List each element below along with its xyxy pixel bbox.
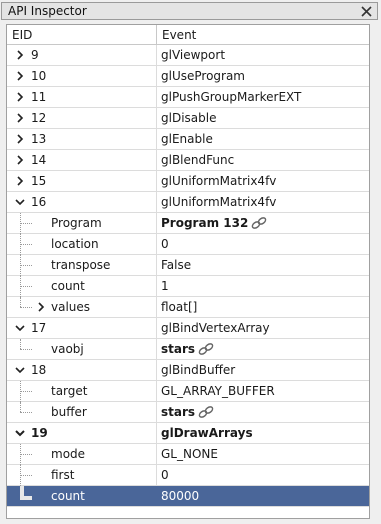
tree-row-param-target[interactable]: target GL_ARRAY_BUFFER xyxy=(7,381,369,402)
tree-row-eid-11[interactable]: 11 glPushGroupMarkerEXT xyxy=(7,87,369,108)
tree-row-param-vaobj[interactable]: vaobj stars xyxy=(7,339,369,360)
resource-link[interactable]: stars xyxy=(161,405,195,419)
tree-row-param-values[interactable]: values float[] xyxy=(7,297,369,318)
chevron-right-icon[interactable] xyxy=(14,49,26,61)
panel-titlebar[interactable]: API Inspector xyxy=(1,2,378,20)
eid-label: 19 xyxy=(31,426,48,440)
tree-row-eid-9[interactable]: 9 glViewport xyxy=(7,45,369,66)
eid-label: 16 xyxy=(31,195,47,209)
param-value: stars xyxy=(157,339,369,359)
chevron-down-icon[interactable] xyxy=(14,322,26,334)
param-value: 0 xyxy=(161,468,169,482)
chevron-down-icon[interactable] xyxy=(14,364,26,376)
event-label: glBindBuffer xyxy=(161,363,236,377)
eid-column-header[interactable]: EID xyxy=(7,25,157,44)
api-call-tree[interactable]: EID Event 9 glViewport 10 glUseProgram 1… xyxy=(6,24,370,519)
param-value: stars xyxy=(157,402,369,422)
tree-row-param-transpose[interactable]: transpose False xyxy=(7,255,369,276)
event-label: glViewport xyxy=(161,48,226,62)
param-name: location xyxy=(51,237,99,251)
param-value: GL_NONE xyxy=(161,447,218,461)
event-column-header[interactable]: Event xyxy=(157,25,369,44)
event-label: glBlendFunc xyxy=(161,153,235,167)
tree-header: EID Event xyxy=(7,25,369,45)
tree-row-eid-13[interactable]: 13 glEnable xyxy=(7,129,369,150)
param-name: Program xyxy=(51,216,102,230)
chevron-right-icon[interactable] xyxy=(14,70,26,82)
chevron-right-icon[interactable] xyxy=(14,154,26,166)
param-name: mode xyxy=(51,447,86,461)
eid-label: 14 xyxy=(31,153,47,167)
link-icon[interactable] xyxy=(198,343,214,355)
tree-row-eid-12[interactable]: 12 glDisable xyxy=(7,108,369,129)
chevron-right-icon[interactable] xyxy=(14,133,26,145)
param-value: Program 132 xyxy=(157,213,369,233)
program-link[interactable]: Program 132 xyxy=(161,216,248,230)
chevron-right-icon[interactable] xyxy=(14,175,26,187)
tree-row-eid-15[interactable]: 15 glUniformMatrix4fv xyxy=(7,171,369,192)
param-name: target xyxy=(51,384,88,398)
eid-label: 15 xyxy=(31,174,47,188)
event-label: glDrawArrays xyxy=(161,426,253,440)
param-name: buffer xyxy=(51,405,87,419)
event-label: glEnable xyxy=(161,132,213,146)
tree-row-param-count-selected[interactable]: count 80000 xyxy=(7,486,369,507)
chevron-down-icon[interactable] xyxy=(14,427,26,439)
event-label: glUniformMatrix4fv xyxy=(161,195,277,209)
resource-link[interactable]: stars xyxy=(161,342,195,356)
event-label: glUseProgram xyxy=(161,69,245,83)
event-label: glUniformMatrix4fv xyxy=(161,174,277,188)
tree-row-param-location[interactable]: location 0 xyxy=(7,234,369,255)
tree-row-eid-19[interactable]: 19 glDrawArrays xyxy=(7,423,369,444)
link-icon[interactable] xyxy=(198,406,214,418)
param-value: 1 xyxy=(161,279,169,293)
eid-label: 10 xyxy=(31,69,47,83)
param-name: count xyxy=(51,279,85,293)
param-name: count xyxy=(51,489,85,503)
tree-row-param-program[interactable]: Program Program 132 xyxy=(7,213,369,234)
api-inspector-panel: API Inspector EID Event 9 glViewport 10 … xyxy=(0,0,381,524)
eid-label: 9 xyxy=(31,48,39,62)
chevron-down-icon[interactable] xyxy=(14,196,26,208)
tree-row-eid-10[interactable]: 10 glUseProgram xyxy=(7,66,369,87)
chevron-right-icon[interactable] xyxy=(14,91,26,103)
tree-row-eid-14[interactable]: 14 glBlendFunc xyxy=(7,150,369,171)
param-name: vaobj xyxy=(51,342,84,356)
tree-row-eid-18[interactable]: 18 glBindBuffer xyxy=(7,360,369,381)
param-value: 80000 xyxy=(161,489,200,503)
link-icon[interactable] xyxy=(251,217,267,229)
eid-label: 12 xyxy=(31,111,47,125)
event-label: glPushGroupMarkerEXT xyxy=(161,90,302,104)
eid-label: 18 xyxy=(31,363,47,377)
eid-label: 11 xyxy=(31,90,47,104)
param-name: transpose xyxy=(51,258,111,272)
chevron-right-icon[interactable] xyxy=(35,301,47,313)
eid-label: 13 xyxy=(31,132,47,146)
param-value: GL_ARRAY_BUFFER xyxy=(161,384,275,398)
chevron-right-icon[interactable] xyxy=(14,112,26,124)
eid-label: 17 xyxy=(31,321,47,335)
param-name: values xyxy=(51,300,91,314)
tree-row-eid-16[interactable]: 16 glUniformMatrix4fv xyxy=(7,192,369,213)
tree-row-param-first[interactable]: first 0 xyxy=(7,465,369,486)
event-label: glBindVertexArray xyxy=(161,321,270,335)
param-value: 0 xyxy=(161,237,169,251)
event-label: glDisable xyxy=(161,111,217,125)
panel-title: API Inspector xyxy=(8,4,87,18)
tree-row-param-buffer[interactable]: buffer stars xyxy=(7,402,369,423)
param-value: float[] xyxy=(161,300,198,314)
tree-row-param-count[interactable]: count 1 xyxy=(7,276,369,297)
param-value: False xyxy=(161,258,192,272)
tree-row-eid-17[interactable]: 17 glBindVertexArray xyxy=(7,318,369,339)
tree-row-param-mode[interactable]: mode GL_NONE xyxy=(7,444,369,465)
param-name: first xyxy=(51,468,75,482)
close-icon[interactable] xyxy=(358,3,374,19)
